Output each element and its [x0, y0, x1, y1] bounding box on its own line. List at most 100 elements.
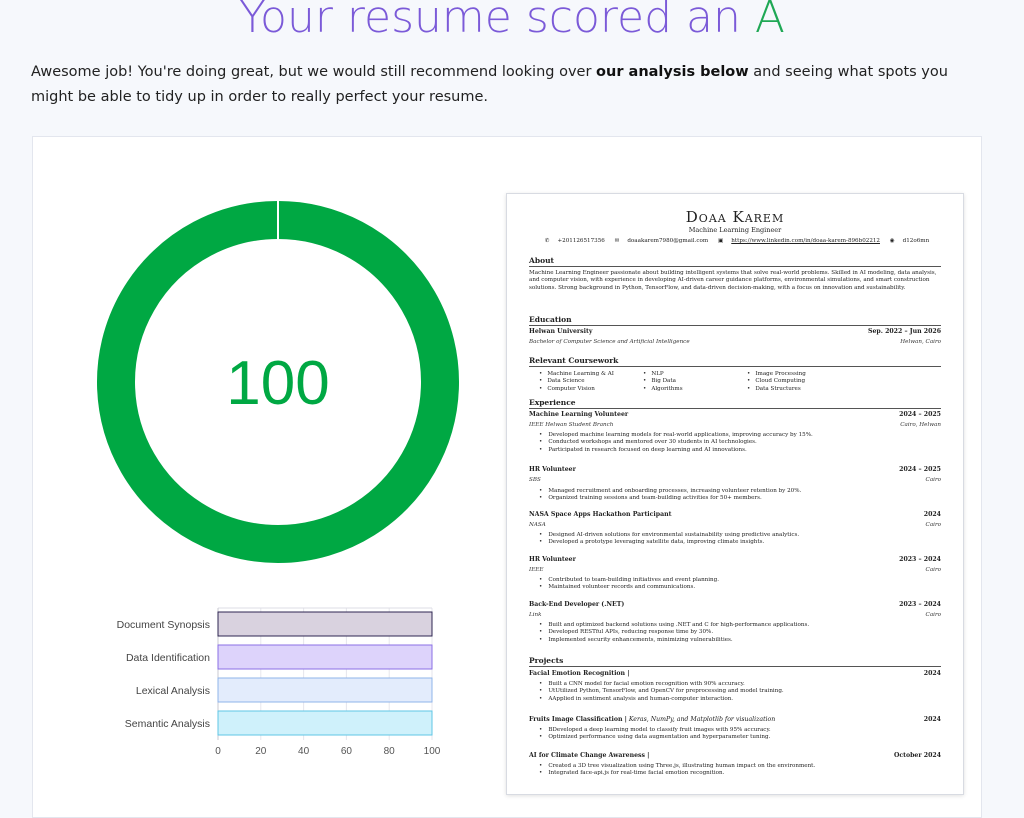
course-item: NLP	[643, 371, 683, 378]
course-item: Machine Learning & AI	[539, 371, 614, 378]
course-item: Computer Vision	[539, 386, 614, 393]
project-row: AI for Climate Change Awareness | October…	[529, 752, 941, 760]
bullet: BDeveloped a deep learning model to clas…	[539, 727, 939, 734]
experience-title: HR Volunteer	[529, 466, 576, 473]
x-tick-label: 40	[298, 746, 310, 757]
x-tick-label: 100	[424, 746, 441, 757]
course-item: Data Structures	[747, 386, 806, 393]
bullet: Managed recruitment and onboarding proce…	[539, 488, 939, 495]
coursework-list: Machine Learning & AI Data Science Compu…	[539, 371, 939, 395]
project-date: 2024	[923, 670, 941, 677]
course-item: Data Science	[539, 378, 614, 385]
course-item: Image Processing	[747, 371, 805, 378]
education-degree: Bachelor of Computer Science and Artific…	[529, 339, 690, 345]
x-tick-label: 80	[384, 746, 396, 757]
bullet: Implemented security enhancements, minim…	[539, 637, 939, 644]
experience-sub: SBS Cairo	[529, 477, 941, 483]
bullet: Organized training sessions and team-bui…	[539, 495, 939, 502]
analysis-bar-chart: 0 20 40 60 80 100 Document Synopsis Data Identi…	[117, 607, 441, 757]
experience-org: NASA	[529, 522, 546, 528]
bullet: Conducted workshops and mentored over 30…	[539, 439, 939, 446]
project-row: Facial Emotion Recognition | 2024	[529, 670, 941, 678]
experience-dates: 2024 – 2025	[899, 411, 941, 418]
education-location: Helwan, Cairo	[900, 339, 941, 345]
experience-row: Back-End Developer (.NET) 2023 – 2024	[529, 601, 941, 609]
experience-dates: 2023 – 2024	[899, 556, 941, 563]
experience-loc: Cairo	[925, 522, 941, 528]
experience-row: HR Volunteer 2024 – 2025	[529, 466, 941, 474]
section-projects: Projects	[529, 656, 941, 667]
project-date: October 2024	[893, 752, 941, 759]
experience-loc: Cairo	[925, 477, 941, 483]
experience-bullets: Managed recruitment and onboarding proce…	[539, 488, 939, 503]
project-title: AI for Climate Change Awareness |	[529, 752, 650, 759]
intro-bold: our analysis below	[596, 64, 749, 80]
bar	[217, 644, 433, 670]
category-label: Document Synopsis	[117, 619, 210, 631]
experience-org: IEEE Helwan Student Branch	[529, 422, 614, 428]
x-tick-label: 0	[215, 746, 221, 757]
education-school: Helwan University	[529, 328, 593, 335]
education-row: Helwan University Sep. 2022 – Jun 2026	[529, 328, 941, 336]
bullet: Contributed to team-building initiatives…	[539, 577, 939, 584]
experience-bullets: Developed machine learning models for re…	[539, 432, 939, 454]
bar	[217, 677, 433, 703]
project-date: 2024	[923, 716, 941, 723]
resume-github: d12o6mn	[902, 238, 930, 244]
score-value: 100	[226, 349, 329, 418]
experience-row: HR Volunteer 2023 – 2024	[529, 556, 941, 564]
bullet: Integrated face-api.js for real-time fac…	[539, 770, 939, 777]
linkedin-icon: ▣	[717, 238, 724, 244]
project-bullets: Built a CNN model for facial emotion rec…	[539, 681, 939, 703]
bar	[217, 611, 433, 637]
bar	[217, 710, 433, 736]
bullet: Optimized performance using data augment…	[539, 734, 939, 741]
section-about: About	[529, 256, 941, 267]
experience-bullets: Designed AI-driven solutions for environ…	[539, 532, 939, 547]
experience-row: NASA Space Apps Hackathon Participant 202…	[529, 511, 941, 519]
bullet: Built and optimized backend solutions us…	[539, 622, 939, 629]
education-dates: Sep. 2022 – Jun 2026	[868, 328, 941, 335]
coursework-col: Machine Learning & AI Data Science Compu…	[539, 371, 614, 393]
bullet: UtUtilized Python, TensorFlow, and OpenC…	[539, 688, 939, 695]
bullet: Created a 3D tree visualization using Th…	[539, 763, 939, 770]
course-item: Cloud Computing	[747, 378, 806, 385]
course-item: Algorithms	[643, 386, 682, 393]
category-label: Semantic Analysis	[125, 718, 210, 730]
experience-row: Machine Learning Volunteer 2024 – 2025	[529, 411, 941, 419]
education-sub: Bachelor of Computer Science and Artific…	[529, 339, 941, 345]
headline-prefix: Your resume scored an	[239, 0, 741, 43]
experience-org: IEEE	[529, 567, 544, 573]
section-experience: Experience	[529, 398, 941, 409]
github-icon: ◉	[889, 238, 895, 244]
resume-role: Machine Learning Engineer	[688, 226, 782, 234]
bullet: AApplied in sentiment analysis and human…	[539, 696, 939, 703]
bullet: Designed AI-driven solutions for environ…	[539, 532, 939, 539]
category-label: Data Identification	[126, 652, 210, 664]
experience-dates: 2024 – 2025	[899, 466, 941, 473]
mail-icon: ✉	[614, 238, 620, 244]
experience-title: Back-End Developer (.NET)	[529, 601, 625, 608]
experience-org: SBS	[529, 477, 541, 483]
project-bullets: Created a 3D tree visualization using Th…	[539, 763, 939, 778]
resume-preview: Doaa Karem Machine Learning Engineer ✆ +2…	[506, 193, 964, 795]
resume-contacts: ✆ +201126517356 ✉ doaakarem7980@gmail.com …	[537, 238, 937, 244]
coursework-col: Image Processing Cloud Computing Data St…	[747, 371, 806, 393]
resume-linkedin: https://www.linkedin.com/in/doaa-karem-8…	[731, 238, 880, 244]
experience-dates: 2024	[923, 511, 941, 518]
intro-before: Awesome job! You're doing great, but we …	[31, 64, 597, 80]
experience-sub: IEEE Cairo	[529, 567, 941, 573]
headline-grade: A	[754, 0, 785, 43]
about-text: Machine Learning Engineer passionate abo…	[529, 270, 937, 291]
project-bullets: BDeveloped a deep learning model to clas…	[539, 727, 939, 742]
experience-sub: IEEE Helwan Student Branch Cairo, Helwan	[529, 422, 941, 428]
bullet: Maintained volunteer records and communi…	[539, 584, 939, 591]
section-education: Education	[529, 315, 941, 326]
x-tick-label: 60	[341, 746, 353, 757]
phone-icon: ✆	[544, 238, 550, 244]
experience-loc: Cairo, Helwan	[900, 422, 941, 428]
score-donut: 100	[96, 199, 459, 563]
section-coursework: Relevant Coursework	[529, 356, 941, 367]
project-tech: Keras, NumPy, and Matplotlib for visuali…	[626, 716, 776, 723]
project-title: Fruits Image Classification |	[529, 716, 627, 723]
